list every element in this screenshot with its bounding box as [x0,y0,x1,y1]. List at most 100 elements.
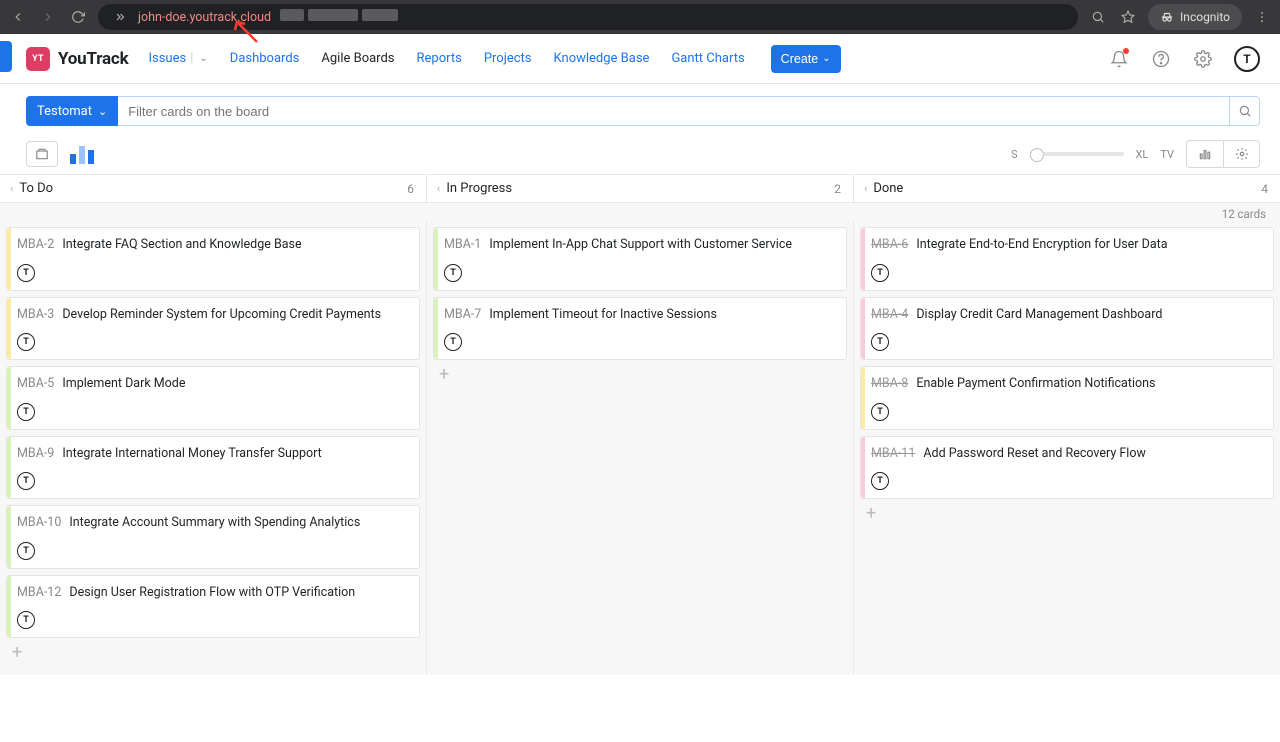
board-settings-icon[interactable] [1223,141,1259,167]
board-card[interactable]: MBA-10 Integrate Account Summary with Sp… [6,505,420,569]
card-id[interactable]: MBA-11 [871,445,915,463]
add-card-button[interactable]: + [433,360,455,389]
search-button[interactable] [1230,96,1260,126]
nav-knowledge-base[interactable]: Knowledge Base [554,51,650,66]
card-stripe [861,367,865,429]
size-xl-label: XL [1136,148,1149,161]
assignee-avatar[interactable]: T [871,333,889,351]
card-stripe [861,298,865,360]
site-info-icon[interactable] [110,7,130,27]
add-card-button[interactable]: + [6,638,28,667]
board-card[interactable]: MBA-7 Implement Timeout for Inactive Ses… [433,297,847,361]
logo[interactable]: YouTrack [26,47,128,71]
nav-dashboards[interactable]: Dashboards [230,51,300,66]
board-card[interactable]: MBA-3 Develop Reminder System for Upcomi… [6,297,420,361]
app-header: YouTrack Issues | ⌄ Dashboards Agile Boa… [0,34,1280,84]
assignee-avatar[interactable]: T [17,264,35,282]
column-header[interactable]: ‹ In Progress 2 [427,175,854,202]
card-stripe [434,228,438,290]
card-stripe [7,298,11,360]
card-id[interactable]: MBA-1 [444,236,481,254]
columns: MBA-2 Integrate FAQ Section and Knowledg… [0,221,1280,675]
card-id[interactable]: MBA-4 [871,306,908,324]
chevron-down-icon[interactable]: ⌄ [199,53,207,64]
card-id[interactable]: MBA-12 [17,584,61,602]
url-bar[interactable]: john-doe.youtrack.cloud [98,4,1078,30]
card-id[interactable]: MBA-9 [17,445,54,463]
brand-name: YouTrack [58,49,128,69]
card-title: Implement In-App Chat Support with Custo… [489,236,792,254]
filter-bar: Testomat ⌄ [0,84,1280,126]
assignee-avatar[interactable]: T [17,472,35,490]
card-title: Implement Dark Mode [62,375,185,393]
board-card[interactable]: MBA-12 Design User Registration Flow wit… [6,575,420,639]
card-title: Enable Payment Confirmation Notification… [916,375,1155,393]
create-button[interactable]: Create ⌄ [771,45,841,73]
incognito-icon [1160,10,1174,24]
column-header[interactable]: ‹ Done 4 [854,175,1280,202]
nav-gantt[interactable]: Gantt Charts [671,51,744,66]
incognito-badge[interactable]: Incognito [1148,4,1242,30]
assignee-avatar[interactable]: T [444,333,462,351]
bookmark-star-icon[interactable] [1118,7,1138,27]
assignee-avatar[interactable]: T [871,264,889,282]
column-count: 2 [834,182,843,196]
backlog-icon[interactable] [26,141,58,167]
board-card[interactable]: MBA-8 Enable Payment Confirmation Notifi… [860,366,1274,430]
board-card[interactable]: MBA-5 Implement Dark Mode T [6,366,420,430]
url-text: john-doe.youtrack.cloud [138,9,398,25]
help-icon[interactable] [1150,48,1172,70]
board-card[interactable]: MBA-2 Integrate FAQ Section and Knowledg… [6,227,420,291]
chevron-left-icon: ‹ [437,182,440,195]
card-stripe [7,437,11,499]
card-id[interactable]: MBA-7 [444,306,481,324]
nav-reports[interactable]: Reports [417,51,462,66]
assignee-avatar[interactable]: T [17,333,35,351]
nav-agile-boards[interactable]: Agile Boards [321,51,394,66]
card-stripe [861,228,865,290]
filter-input[interactable] [118,96,1230,126]
user-avatar[interactable]: T [1234,46,1260,72]
add-card-button[interactable]: + [860,499,882,528]
assignee-avatar[interactable]: T [871,403,889,421]
chart-toggle-icon[interactable] [70,144,94,164]
card-id[interactable]: MBA-2 [17,236,54,254]
board-card[interactable]: MBA-6 Integrate End-to-End Encryption fo… [860,227,1274,291]
card-id[interactable]: MBA-10 [17,514,61,532]
card-id[interactable]: MBA-5 [17,375,54,393]
reload-icon[interactable] [68,7,88,27]
browser-menu-icon[interactable] [1252,7,1272,27]
back-icon[interactable] [8,7,28,27]
nav-projects[interactable]: Projects [484,51,532,66]
notifications-icon[interactable] [1108,48,1130,70]
board-selector[interactable]: Testomat ⌄ [26,96,118,126]
zoom-icon[interactable] [1088,7,1108,27]
board-card[interactable]: MBA-1 Implement In-App Chat Support with… [433,227,847,291]
assignee-avatar[interactable]: T [17,542,35,560]
forward-icon[interactable] [38,7,58,27]
assignee-avatar[interactable]: T [17,611,35,629]
column-title: To Do [19,181,53,196]
column-header[interactable]: ‹ To Do 6 [0,175,427,202]
card-id[interactable]: MBA-6 [871,236,908,254]
assignee-avatar[interactable]: T [17,403,35,421]
board-card[interactable]: MBA-4 Display Credit Card Management Das… [860,297,1274,361]
card-title: Integrate FAQ Section and Knowledge Base [62,236,301,254]
card-id[interactable]: MBA-3 [17,306,54,324]
card-size-slider[interactable] [1030,152,1124,156]
card-id[interactable]: MBA-8 [871,375,908,393]
board-card[interactable]: MBA-11 Add Password Reset and Recovery F… [860,436,1274,500]
card-title: Display Credit Card Management Dashboard [916,306,1162,324]
card-stripe [434,298,438,360]
board-selector-label: Testomat [37,104,92,119]
size-small-label: S [1011,148,1018,161]
assignee-avatar[interactable]: T [444,264,462,282]
board-card[interactable]: MBA-9 Integrate International Money Tran… [6,436,420,500]
notification-dot [1123,48,1129,54]
incognito-label: Incognito [1180,10,1230,24]
nav-issues[interactable]: Issues | ⌄ [148,51,207,66]
chart-view-icon[interactable] [1187,141,1223,167]
assignee-avatar[interactable]: T [871,472,889,490]
settings-icon[interactable] [1192,48,1214,70]
card-stripe [7,228,11,290]
